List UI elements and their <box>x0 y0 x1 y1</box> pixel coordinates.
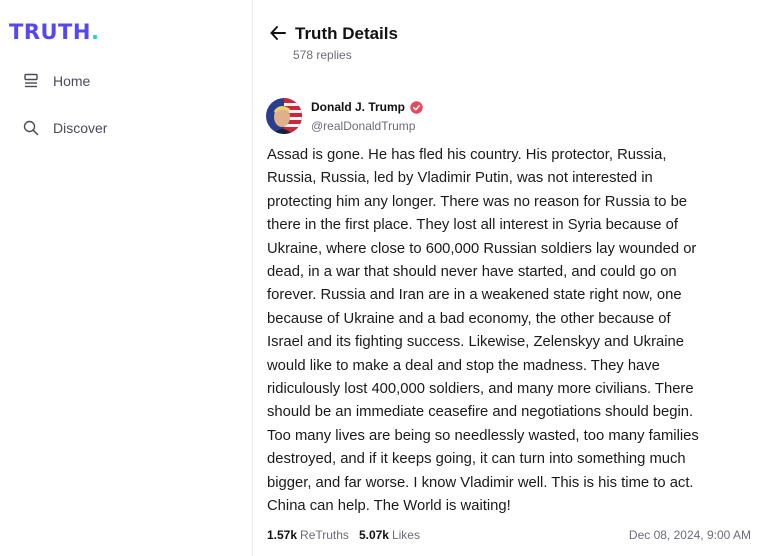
likes-stat[interactable]: 5.07k Likes <box>359 528 420 542</box>
home-icon <box>22 72 40 90</box>
post-body: Assad is gone. He has fled his country. … <box>267 144 747 519</box>
post-stats: 1.57k ReTruths 5.07k Likes <box>267 528 420 542</box>
retruths-stat[interactable]: 1.57k ReTruths <box>267 528 349 542</box>
post-body-line: because of Ukraine and a bad economy, th… <box>267 310 671 327</box>
post-body-line: there in the first place. They lost all … <box>267 217 678 234</box>
logo-text: TRUTH <box>9 20 91 44</box>
likes-count: 5.07k <box>358 528 389 542</box>
author-name[interactable]: Donald J. Trump <box>311 100 423 114</box>
post-body-line: destroyed, and if it keeps going, it can… <box>267 451 686 468</box>
post-timestamp: Dec 08, 2024, 9:00 AM <box>628 528 751 542</box>
logo-dot: . <box>90 20 100 44</box>
post-body-line: Too many lives are being so needlessly w… <box>267 427 699 444</box>
retruths-label: ReTruths <box>300 528 349 542</box>
post-body-line: bigger, and far worse. I know Vladimir w… <box>267 474 694 491</box>
avatar[interactable] <box>266 98 302 134</box>
page-title: Truth Details <box>295 24 398 43</box>
sidebar-item-label: Home <box>53 73 91 89</box>
sidebar: TRUTH. Home Discover <box>0 0 253 556</box>
post-body-line: Ukraine, where close to 600,000 Russian … <box>267 240 697 257</box>
truth-logo[interactable]: TRUTH. <box>9 20 99 44</box>
sidebar-item-discover[interactable]: Discover <box>22 119 107 137</box>
sidebar-item-label: Discover <box>53 120 108 136</box>
likes-label: Likes <box>391 528 420 542</box>
verified-badge-icon <box>410 100 423 114</box>
post-body-line: dead, in a war that should never have st… <box>267 264 677 281</box>
post-body-line: protecting him any longer. There was no … <box>267 193 688 210</box>
replies-count: 578 replies <box>293 48 352 62</box>
author-name-text: Donald J. Trump <box>311 100 406 114</box>
app-window: TRUTH. Home Discover Truth Details 578 r… <box>0 0 768 556</box>
post-body-line: Israel and its fighting success. Likewis… <box>267 334 684 351</box>
post-body-line: Russia, Russia, led by Vladimir Putin, w… <box>267 170 653 187</box>
search-icon <box>22 119 40 137</box>
back-arrow-icon[interactable] <box>269 24 287 42</box>
post-body-line: Assad is gone. He has fled his country. … <box>267 147 667 163</box>
post-body-line: China can help. The World is waiting! <box>267 498 511 515</box>
post-body-line: ridiculously lost 400,000 soldiers, and … <box>267 381 694 398</box>
post-body-line: forever. Russia and Iran are in a weaken… <box>267 287 682 304</box>
retruths-count: 1.57k <box>267 528 298 542</box>
main-content: Truth Details 578 replies Donald J. Trum… <box>253 0 768 556</box>
post-body-line: would like to make a deal and stop the m… <box>267 357 660 374</box>
sidebar-item-home[interactable]: Home <box>22 72 90 90</box>
author-handle[interactable]: @realDonaldTrump <box>311 119 415 133</box>
post-body-line: should be an immediate ceasefire and neg… <box>267 404 694 421</box>
